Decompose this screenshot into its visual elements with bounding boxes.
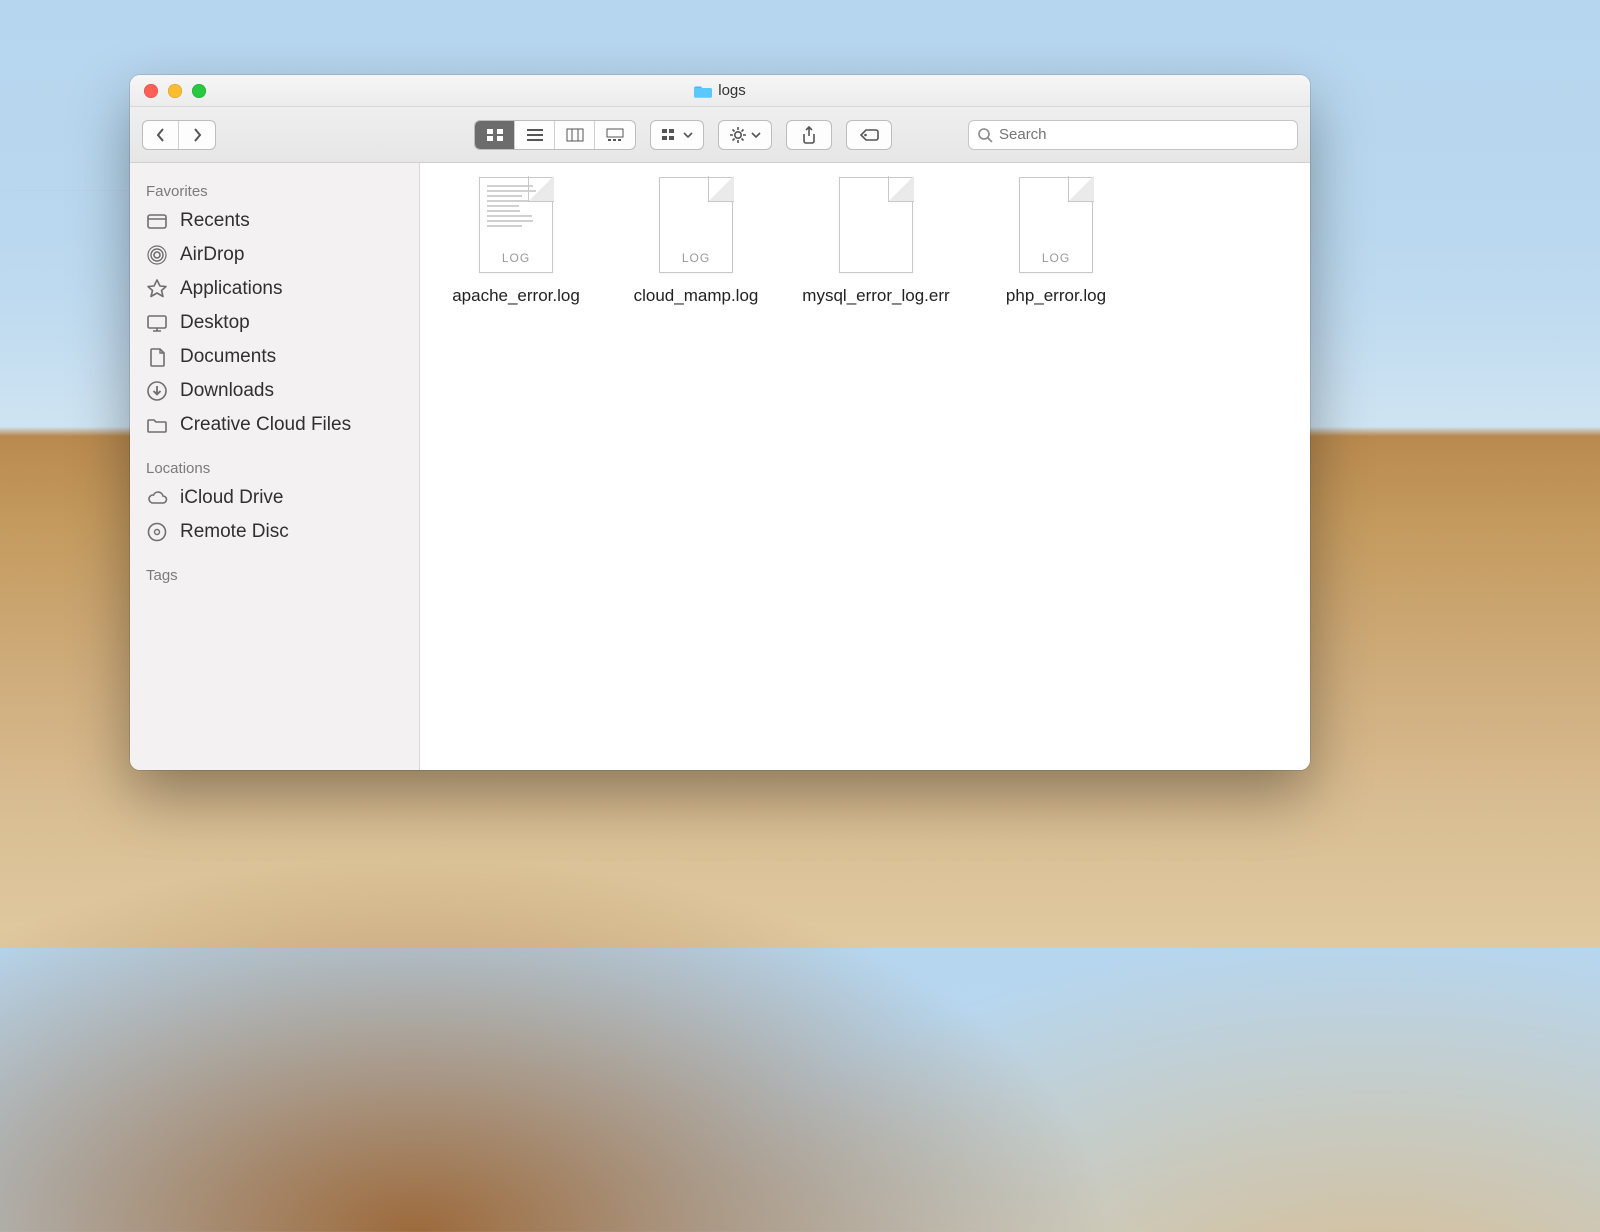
- sidebar-item-label: AirDrop: [180, 244, 244, 266]
- file-name-label: mysql_error_log.err: [802, 285, 949, 308]
- icloud-icon: [146, 487, 168, 509]
- sidebar-heading-locations: Locations: [130, 452, 419, 481]
- file-item[interactable]: LOG apache_error.log: [430, 177, 602, 308]
- remote-disc-icon: [146, 521, 168, 543]
- folder-icon: [694, 84, 712, 98]
- sidebar-item-label: Desktop: [180, 312, 250, 334]
- search-input[interactable]: [999, 126, 1289, 143]
- minimize-button[interactable]: [168, 84, 182, 98]
- sidebar-item-remote-disc[interactable]: Remote Disc: [130, 515, 419, 549]
- applications-icon: [146, 278, 168, 300]
- desktop-icon: [146, 312, 168, 334]
- view-mode-segment: [474, 120, 636, 150]
- close-button[interactable]: [144, 84, 158, 98]
- toolbar: [130, 107, 1310, 163]
- sidebar-item-label: iCloud Drive: [180, 487, 283, 509]
- chevron-down-icon: [751, 132, 761, 138]
- grid-icon: [486, 128, 504, 142]
- search-field[interactable]: [968, 120, 1298, 150]
- sidebar-item-documents[interactable]: Documents: [130, 340, 419, 374]
- window-body: Favorites Recents AirDrop Applications D…: [130, 163, 1310, 770]
- file-icon: LOG: [1019, 177, 1093, 273]
- finder-window: logs: [130, 75, 1310, 770]
- file-ext-label: LOG: [479, 251, 553, 265]
- view-columns-button[interactable]: [555, 121, 595, 149]
- file-icon: LOG: [479, 177, 553, 273]
- file-name-label: apache_error.log: [452, 285, 580, 308]
- nav-segment: [142, 120, 216, 150]
- sidebar-item-label: Recents: [180, 210, 250, 232]
- forward-button[interactable]: [179, 121, 215, 149]
- gallery-icon: [606, 128, 624, 142]
- documents-icon: [146, 346, 168, 368]
- back-button[interactable]: [143, 121, 179, 149]
- search-icon: [977, 127, 993, 143]
- sidebar-item-creative-cloud[interactable]: Creative Cloud Files: [130, 408, 419, 442]
- file-ext-label: LOG: [1019, 251, 1093, 265]
- tags-button[interactable]: [846, 120, 892, 150]
- sidebar-item-label: Documents: [180, 346, 276, 368]
- file-item[interactable]: mysql_error_log.err: [790, 177, 962, 308]
- chevron-left-icon: [155, 127, 167, 143]
- file-icon: LOG: [659, 177, 733, 273]
- sidebar-item-desktop[interactable]: Desktop: [130, 306, 419, 340]
- gear-icon: [729, 126, 747, 144]
- chevron-right-icon: [191, 127, 203, 143]
- sidebar-heading-tags: Tags: [130, 559, 419, 588]
- sidebar-heading-favorites: Favorites: [130, 175, 419, 204]
- sidebar-item-airdrop[interactable]: AirDrop: [130, 238, 419, 272]
- arrange-icon: [661, 128, 679, 142]
- file-item[interactable]: LOG cloud_mamp.log: [610, 177, 782, 308]
- file-icon: [839, 177, 913, 273]
- chevron-down-icon: [683, 132, 693, 138]
- sidebar-item-label: Applications: [180, 278, 282, 300]
- arrange-menu[interactable]: [650, 120, 704, 150]
- titlebar: logs: [130, 75, 1310, 107]
- sidebar-item-label: Remote Disc: [180, 521, 289, 543]
- zoom-button[interactable]: [192, 84, 206, 98]
- folder-icon: [146, 414, 168, 436]
- window-title: logs: [130, 82, 1310, 99]
- sidebar-item-downloads[interactable]: Downloads: [130, 374, 419, 408]
- sidebar-item-recents[interactable]: Recents: [130, 204, 419, 238]
- sidebar-item-applications[interactable]: Applications: [130, 272, 419, 306]
- sidebar-item-icloud[interactable]: iCloud Drive: [130, 481, 419, 515]
- recents-icon: [146, 210, 168, 232]
- file-name-label: cloud_mamp.log: [634, 285, 759, 308]
- file-ext-label: LOG: [659, 251, 733, 265]
- view-gallery-button[interactable]: [595, 121, 635, 149]
- share-icon: [801, 126, 817, 144]
- file-name-label: php_error.log: [1006, 285, 1106, 308]
- sidebar-item-label: Downloads: [180, 380, 274, 402]
- downloads-icon: [146, 380, 168, 402]
- sidebar-item-label: Creative Cloud Files: [180, 414, 351, 436]
- tag-icon: [859, 128, 879, 142]
- list-icon: [526, 128, 544, 142]
- view-list-button[interactable]: [515, 121, 555, 149]
- columns-icon: [566, 128, 584, 142]
- file-item[interactable]: LOG php_error.log: [970, 177, 1142, 308]
- window-title-text: logs: [718, 82, 746, 99]
- view-icons-button[interactable]: [475, 121, 515, 149]
- airdrop-icon: [146, 244, 168, 266]
- file-grid: LOG apache_error.log LOG cloud_mamp.log mysq…: [420, 163, 1310, 770]
- sidebar: Favorites Recents AirDrop Applications D…: [130, 163, 420, 770]
- window-controls: [130, 84, 206, 98]
- action-menu[interactable]: [718, 120, 772, 150]
- share-button[interactable]: [786, 120, 832, 150]
